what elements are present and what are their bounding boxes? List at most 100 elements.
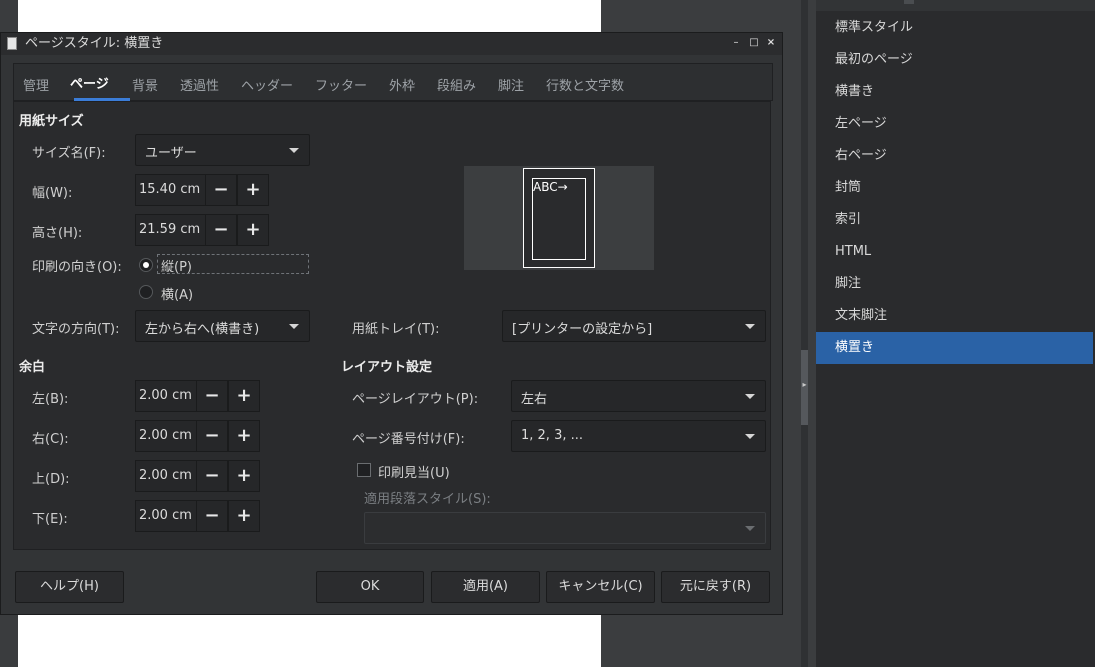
tab-footnote[interactable]: 脚注 (498, 75, 524, 94)
layout-settings-heading: レイアウト設定 (341, 360, 433, 375)
margin-right-label: 右(C): (32, 432, 69, 447)
chevron-down-icon (745, 394, 755, 399)
tab-borders[interactable]: 外枠 (389, 75, 415, 94)
paper-tray-combo[interactable]: [プリンターの設定から] (502, 310, 766, 342)
style-item-horizontal-writing[interactable]: 横書き (816, 76, 1093, 108)
tab-bar: 管理 ページ 背景 透過性 ヘッダー フッター 外枠 段組み 脚注 行数と文字数 (13, 63, 773, 101)
margin-left-spinbox: 2.00 cm − + (135, 380, 261, 412)
margin-left-value: 2.00 cm (139, 388, 192, 403)
height-increment-button[interactable]: + (237, 214, 269, 246)
page-numbering-value: 1, 2, 3, ... (521, 428, 584, 443)
margin-left-input[interactable]: 2.00 cm (135, 380, 197, 412)
margin-left-decrement-button[interactable]: − (196, 380, 228, 412)
margin-top-value: 2.00 cm (139, 468, 192, 483)
margin-top-increment-button[interactable]: + (228, 460, 260, 492)
width-input[interactable]: 15.40 cm (135, 174, 207, 206)
style-item-first-page[interactable]: 最初のページ (816, 44, 1093, 76)
tab-background[interactable]: 背景 (132, 75, 158, 94)
close-icon[interactable]: × (764, 36, 778, 50)
landscape-radio[interactable] (139, 285, 153, 299)
margin-right-decrement-button[interactable]: − (196, 420, 228, 452)
margin-bottom-spinbox: 2.00 cm − + (135, 500, 261, 532)
text-direction-value: 左から右へ(横書き) (145, 322, 260, 337)
chevron-down-icon (745, 324, 755, 329)
tab-page[interactable]: ページ (70, 73, 109, 92)
style-item-endnote[interactable]: 文末脚注 (816, 300, 1093, 332)
style-item-index[interactable]: 索引 (816, 204, 1093, 236)
margin-right-increment-button[interactable]: + (228, 420, 260, 452)
margin-left-increment-button[interactable]: + (228, 380, 260, 412)
chevron-down-icon (289, 324, 299, 329)
margin-right-spinbox: 2.00 cm − + (135, 420, 261, 452)
margin-right-input[interactable]: 2.00 cm (135, 420, 197, 452)
width-increment-button[interactable]: + (237, 174, 269, 206)
text-direction-combo[interactable]: 左から右へ(横書き) (135, 310, 310, 342)
paper-format-heading: 用紙サイズ (19, 114, 84, 129)
paper-size-value: ユーザー (145, 146, 197, 161)
page-layout-value: 左右 (521, 392, 548, 407)
tab-header[interactable]: ヘッダー (241, 75, 293, 94)
maximize-icon[interactable]: □ (747, 36, 761, 50)
tab-columns[interactable]: 段組み (437, 75, 476, 94)
width-decrement-button[interactable]: − (205, 174, 237, 206)
page-preview: ABC→ (464, 166, 654, 270)
margin-bottom-increment-button[interactable]: + (228, 500, 260, 532)
register-true-checkbox[interactable] (357, 463, 371, 477)
reference-style-combo[interactable] (364, 512, 766, 544)
apply-button[interactable]: 適用(A) (431, 571, 540, 603)
margin-bottom-label: 下(E): (32, 512, 68, 527)
chevron-down-icon (289, 148, 299, 153)
panel-scroll-knob[interactable] (904, 0, 914, 4)
page-style-list: 標準スタイル 最初のページ 横書き 左ページ 右ページ 封筒 索引 HTML 脚… (816, 12, 1093, 364)
margin-bottom-value: 2.00 cm (139, 508, 192, 523)
style-item-html[interactable]: HTML (816, 236, 1093, 268)
margin-bottom-decrement-button[interactable]: − (196, 500, 228, 532)
page-style-dialog: ページスタイル: 横置き – □ × 管理 ページ 背景 透過性 ヘッダー フッ… (0, 32, 783, 615)
width-spinbox: 15.40 cm − + (135, 174, 271, 206)
page-styles-panel: 標準スタイル 最初のページ 横書き 左ページ 右ページ 封筒 索引 HTML 脚… (816, 0, 1095, 667)
portrait-radio[interactable] (139, 258, 153, 272)
preview-text-direction: ABC→ (533, 180, 568, 194)
style-item-envelope[interactable]: 封筒 (816, 172, 1093, 204)
width-value: 15.40 cm (139, 182, 201, 197)
splitter-collapse-icon[interactable]: ▸ (801, 380, 808, 389)
chevron-down-icon (745, 434, 755, 439)
register-true-label[interactable]: 印刷見当(U) (378, 462, 450, 481)
page-numbering-combo[interactable]: 1, 2, 3, ... (511, 420, 766, 452)
tab-content-page: 用紙サイズ サイズ名(F): ユーザー 幅(W): 15.40 cm − + 高… (13, 101, 771, 550)
page-numbering-label: ページ番号付け(F): (352, 432, 465, 447)
style-item-landscape[interactable]: 横置き (816, 332, 1093, 364)
height-label: 高さ(H): (32, 226, 83, 241)
style-item-footnote[interactable]: 脚注 (816, 268, 1093, 300)
margin-right-value: 2.00 cm (139, 428, 192, 443)
margin-top-input[interactable]: 2.00 cm (135, 460, 197, 492)
margins-heading: 余白 (19, 360, 46, 375)
minimize-icon[interactable]: – (729, 36, 743, 50)
text-direction-label: 文字の方向(T): (32, 322, 120, 337)
tab-text-grid[interactable]: 行数と文字数 (546, 75, 624, 94)
dialog-titlebar[interactable]: ページスタイル: 横置き – □ × (1, 33, 782, 55)
height-input[interactable]: 21.59 cm (135, 214, 207, 246)
tab-transparency[interactable]: 透過性 (180, 75, 219, 94)
paper-size-combo[interactable]: ユーザー (135, 134, 310, 166)
style-item-left-page[interactable]: 左ページ (816, 108, 1093, 140)
margin-bottom-input[interactable]: 2.00 cm (135, 500, 197, 532)
tab-organizer[interactable]: 管理 (23, 75, 49, 94)
size-name-label: サイズ名(F): (32, 146, 106, 161)
ok-button[interactable]: OK (316, 571, 424, 603)
margin-top-decrement-button[interactable]: − (196, 460, 228, 492)
portrait-label[interactable]: 縦(P) (161, 256, 192, 275)
cancel-button[interactable]: キャンセル(C) (546, 571, 655, 603)
help-button[interactable]: ヘルプ(H) (15, 571, 124, 603)
tab-footer[interactable]: フッター (315, 75, 367, 94)
chevron-down-icon (745, 526, 755, 531)
landscape-label[interactable]: 横(A) (161, 284, 193, 303)
height-decrement-button[interactable]: − (205, 214, 237, 246)
width-label: 幅(W): (32, 186, 73, 201)
style-item-right-page[interactable]: 右ページ (816, 140, 1093, 172)
style-item-default[interactable]: 標準スタイル (816, 12, 1093, 44)
sidebar-splitter[interactable] (801, 0, 808, 667)
document-icon (7, 37, 17, 50)
reset-button[interactable]: 元に戻す(R) (661, 571, 770, 603)
page-layout-combo[interactable]: 左右 (511, 380, 766, 412)
